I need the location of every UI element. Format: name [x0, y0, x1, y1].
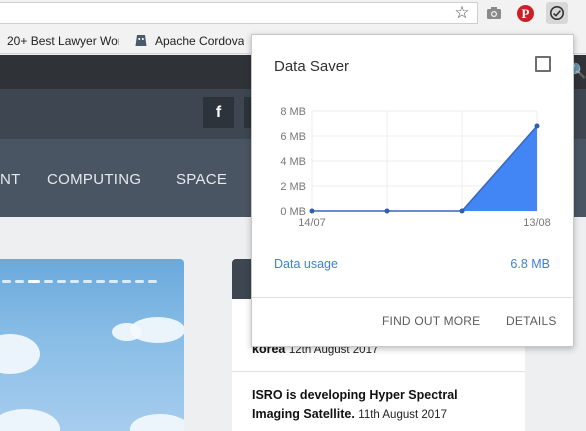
- data-point: [534, 123, 540, 129]
- hero-image[interactable]: [0, 259, 184, 431]
- news-title-line-2: Imaging Satellite.: [252, 407, 355, 421]
- news-date: 11th August 2017: [358, 409, 447, 421]
- y-tick-label: 8 MB: [280, 106, 306, 118]
- data-saver-icon[interactable]: [546, 2, 568, 24]
- data-usage-label: Data usage: [274, 257, 338, 271]
- carousel-dots: [2, 280, 167, 284]
- data-point: [384, 208, 390, 214]
- x-tick-label: 13/08: [523, 217, 551, 229]
- data-point: [309, 208, 315, 214]
- find-out-more-button[interactable]: FIND OUT MORE: [382, 314, 480, 328]
- star-icon[interactable]: ☆: [452, 3, 472, 23]
- pinterest-icon[interactable]: P: [515, 3, 535, 23]
- data-point: [459, 208, 465, 214]
- nav-item-computing[interactable]: COMPUTING: [47, 171, 141, 188]
- y-tick-label: 4 MB: [280, 156, 306, 168]
- sidebar-header: [232, 259, 252, 299]
- enable-data-saver-checkbox[interactable]: [535, 56, 551, 72]
- y-tick-label: 2 MB: [280, 181, 306, 193]
- bookmark-lawyer[interactable]: 20+ Best Lawyer Wor: [7, 34, 119, 48]
- bookmark-apache-cordova[interactable]: Apache Cordova: [155, 34, 244, 48]
- nav-item-space[interactable]: SPACE: [176, 171, 227, 188]
- popup-title: Data Saver: [274, 58, 350, 75]
- address-bar[interactable]: [0, 2, 478, 24]
- data-usage-chart: 0 MB2 MB4 MB6 MB8 MB14/07 13/08: [280, 106, 551, 229]
- browser-toolbar: ☆ P: [0, 0, 586, 28]
- divider: [252, 297, 573, 298]
- facebook-button[interactable]: f: [203, 97, 234, 128]
- cordova-icon: [134, 33, 148, 47]
- data-area: [312, 126, 537, 211]
- divider: [232, 371, 525, 372]
- details-button[interactable]: DETAILS: [506, 314, 557, 328]
- nav-item-entertainment[interactable]: NT: [0, 171, 21, 188]
- camera-icon[interactable]: [484, 3, 504, 23]
- news-title-line-1: ISRO is developing Hyper Spectral: [252, 388, 458, 402]
- news-item[interactable]: ISRO is developing Hyper Spectral Imagin…: [252, 386, 458, 425]
- data-saver-popup: Data Saver 0 MB 2 MB 4 MB 6 MB 8 MB 14/07 13/0…: [251, 34, 574, 347]
- data-usage-value: 6.8 MB: [510, 257, 550, 271]
- x-tick-label: 14/07: [298, 217, 326, 229]
- svg-text:P: P: [521, 6, 529, 21]
- y-tick-label: 6 MB: [280, 131, 306, 143]
